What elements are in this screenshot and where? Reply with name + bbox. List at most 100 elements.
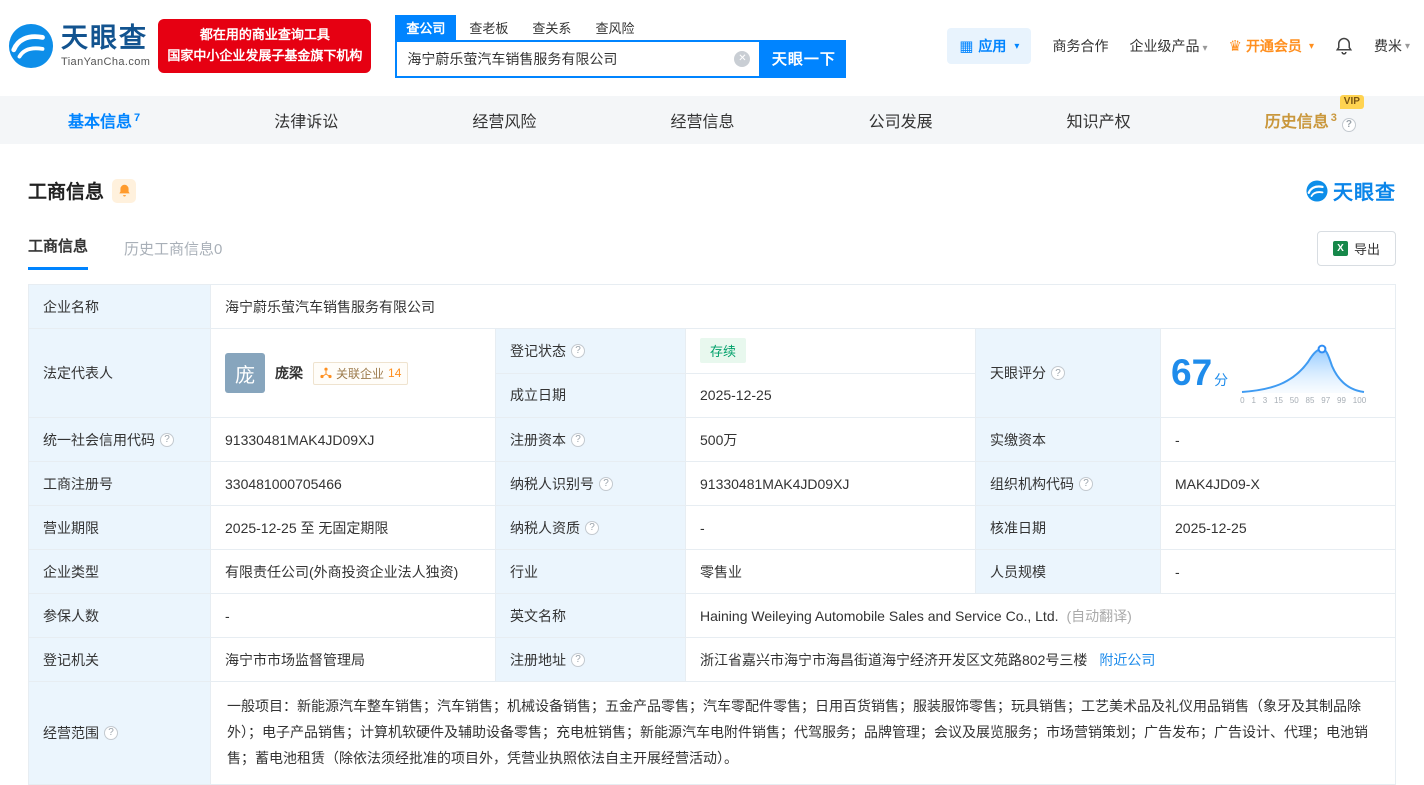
org-code-value: MAK4JD09-X [1161, 462, 1395, 505]
company-type-value: 有限责任公司(外商投资企业法人独资) [211, 550, 496, 593]
help-icon[interactable]: ? [1051, 366, 1065, 380]
table-row: 企业名称 海宁蔚乐萤汽车销售服务有限公司 [29, 285, 1395, 329]
score-label: 天眼评分? [976, 329, 1161, 417]
top-right-menu: ▦ 应用 ▾ 商务合作 企业级产品 ▾ ♛ 开通会员 ▾ 费米 ▾ [947, 28, 1410, 64]
topbar: 天眼查 TianYanCha.com 都在用的商业查询工具 国家中小企业发展子基… [0, 0, 1424, 92]
legal-rep-label: 法定代表人 [29, 329, 211, 417]
business-info-table: 企业名称 海宁蔚乐萤汽车销售服务有限公司 法定代表人 庞 庞梁 关联企业 14 … [28, 284, 1396, 785]
score-cell: 67 分 0 1 3 15 50 85 97 99 100 [1161, 329, 1395, 417]
help-icon[interactable]: ? [571, 432, 585, 447]
registration-authority-label: 登记机关 [29, 638, 211, 681]
search-tab-relation[interactable]: 查关系 [521, 15, 582, 40]
search-tab-boss[interactable]: 查老板 [458, 15, 519, 40]
export-label: 导出 [1353, 242, 1380, 257]
score-axis-ticks: 0 1 3 15 50 85 97 99 100 [1240, 395, 1367, 405]
reg-status-row: 登记状态? 存续 [496, 329, 975, 374]
reg-status-label: 登记状态? [496, 329, 686, 373]
registration-number-value: 330481000705466 [211, 462, 496, 505]
business-term-value: 2025-12-25 至 无固定期限 [211, 506, 496, 549]
user-menu[interactable]: 费米 ▾ [1374, 36, 1410, 56]
company-name-value: 海宁蔚乐萤汽车销售服务有限公司 [211, 285, 1395, 328]
help-icon[interactable]: ? [585, 520, 599, 535]
tab-legal-lawsuits[interactable]: 法律诉讼 [274, 108, 338, 132]
registered-address-label: 注册地址? [496, 638, 686, 681]
search-input[interactable] [397, 50, 735, 67]
registered-capital-value: 500万 [686, 418, 976, 461]
tianyancha-logo-icon [8, 23, 54, 69]
paid-in-capital-value: - [1161, 418, 1395, 461]
tab-count: 7 [134, 111, 141, 124]
search-tab-company[interactable]: 查公司 [395, 14, 457, 40]
insured-count-label: 参保人数 [29, 594, 211, 637]
tab-history-info[interactable]: VIP 历史信息 3? [1265, 95, 1364, 132]
network-icon [320, 367, 332, 379]
search-tabs: 查公司 查老板 查关系 查风险 [395, 14, 846, 40]
chevron-down-icon: ▾ [1202, 43, 1208, 54]
help-icon[interactable]: ? [1341, 117, 1356, 132]
tianyancha-logo[interactable]: 天眼查 TianYanCha.com [8, 23, 150, 69]
brand-domain: TianYanCha.com [61, 55, 151, 68]
approval-date-label: 核准日期 [976, 506, 1161, 549]
table-row: 统一社会信用代码? 91330481MAK4JD09XJ 注册资本? 500万 … [29, 418, 1395, 462]
search-button[interactable]: 天眼一下 [761, 39, 847, 78]
export-button[interactable]: X 导出 [1316, 231, 1396, 266]
help-icon[interactable]: ? [1079, 476, 1093, 491]
link-enterprise-products[interactable]: 企业级产品 ▾ [1129, 36, 1207, 56]
app-menu[interactable]: ▦ 应用 ▾ [947, 28, 1032, 64]
tab-operation-risk[interactable]: 经营风险 [472, 108, 536, 132]
nearby-companies-link[interactable]: 附近公司 [1099, 650, 1155, 670]
legal-rep-name-link[interactable]: 庞梁 [275, 363, 303, 383]
watermark-brand: 天眼查 [1333, 182, 1396, 204]
vip-upgrade-link[interactable]: ♛ 开通会员 ▾ [1228, 36, 1313, 56]
tab-operation-info[interactable]: 经营信息 [670, 108, 734, 132]
tianyancha-logo-icon [1306, 179, 1328, 202]
table-row: 企业类型 有限责任公司(外商投资企业法人独资) 行业 零售业 人员规模 - [29, 550, 1395, 594]
table-row: 参保人数 - 英文名称 Haining Weileying Automobile… [29, 594, 1395, 638]
subscribe-bell-icon[interactable] [112, 178, 137, 203]
clear-icon[interactable]: ✕ [734, 50, 751, 67]
slogan-badge: 都在用的商业查询工具 国家中小企业发展子基金旗下机构 [158, 19, 372, 73]
legal-rep-avatar[interactable]: 庞 [225, 353, 265, 393]
slogan-line2: 国家中小企业发展子基金旗下机构 [167, 48, 363, 63]
subtab-business-info[interactable]: 工商信息 [28, 235, 89, 270]
staff-size-value: - [1161, 550, 1395, 593]
help-icon[interactable]: ? [599, 476, 613, 491]
link-business-cooperation[interactable]: 商务合作 [1052, 36, 1108, 56]
status-date-block: 登记状态? 存续 成立日期 2025-12-25 [496, 329, 976, 417]
legal-rep-cell: 庞 庞梁 关联企业 14 [211, 329, 496, 417]
enterprise-products-label: 企业级产品 [1129, 38, 1200, 54]
tianyancha-watermark: 天眼查 [1306, 176, 1396, 205]
user-name: 费米 [1373, 38, 1402, 54]
help-icon[interactable]: ? [571, 343, 585, 358]
search-input-wrap: ✕ [395, 39, 762, 78]
subtab-history-business-info[interactable]: 历史工商信息0 [124, 238, 222, 270]
app-menu-label: 应用 [978, 38, 1007, 54]
tab-company-development[interactable]: 公司发展 [869, 108, 933, 132]
subtab-row: 工商信息 历史工商信息0 X 导出 [0, 231, 1424, 270]
taxpayer-id-value: 91330481MAK4JD09XJ [686, 462, 976, 505]
tab-basic-info[interactable]: 基本信息 7 [68, 108, 140, 132]
notification-bell-icon[interactable] [1335, 36, 1353, 56]
staff-size-label: 人员规模 [976, 550, 1161, 593]
tab-count: 3 [1330, 111, 1337, 124]
app-grid-icon: ▦ [959, 37, 974, 55]
business-scope-label: 经营范围? [29, 682, 211, 784]
registration-number-label: 工商注册号 [29, 462, 211, 505]
help-icon[interactable]: ? [160, 432, 174, 447]
table-row: 工商注册号 330481000705466 纳税人识别号? 91330481MA… [29, 462, 1395, 506]
vip-badge: VIP [1339, 95, 1364, 109]
table-row: 法定代表人 庞 庞梁 关联企业 14 登记状态? 存续 成立日期 2025-12… [29, 329, 1395, 418]
related-companies-chip[interactable]: 关联企业 14 [313, 361, 409, 385]
chevron-down-icon: ▾ [1014, 40, 1020, 52]
company-type-label: 企业类型 [29, 550, 211, 593]
section-head: 工商信息 天眼查 [0, 176, 1424, 205]
org-code-label: 组织机构代码? [976, 462, 1161, 505]
est-date-label: 成立日期 [496, 373, 686, 417]
vip-label: 开通会员 [1245, 38, 1302, 54]
help-icon[interactable]: ? [571, 652, 585, 667]
search-tab-risk[interactable]: 查风险 [584, 15, 645, 40]
help-icon[interactable]: ? [104, 725, 118, 740]
tab-intellectual-property[interactable]: 知识产权 [1067, 108, 1131, 132]
table-row: 登记机关 海宁市市场监督管理局 注册地址? 浙江省嘉兴市海宁市海昌街道海宁经济开… [29, 638, 1395, 682]
section-title: 工商信息 [28, 182, 105, 203]
